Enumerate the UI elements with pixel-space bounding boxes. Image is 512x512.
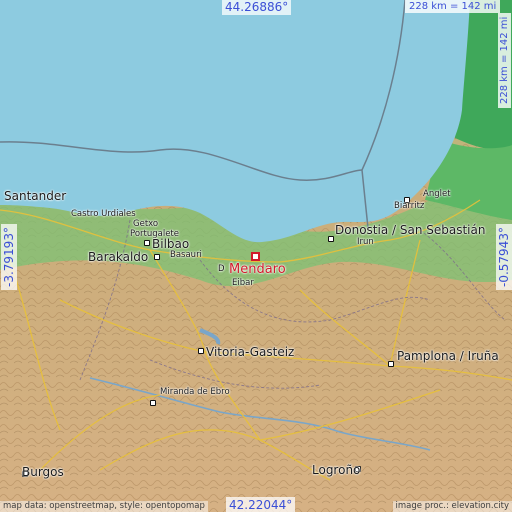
place-label-basauri[interactable]: Basauri — [170, 251, 202, 260]
place-label-anglet[interactable]: Anglet — [423, 190, 451, 199]
place-label-pamplona[interactable]: Pamplona / Iruña — [397, 350, 499, 362]
coord-left: -3.79193° — [1, 224, 17, 290]
place-label-irun[interactable]: Irun — [357, 238, 374, 247]
place-label-burgos[interactable]: Burgos — [22, 466, 64, 478]
place-label-donostia[interactable]: Donostia / San Sebastián — [335, 224, 485, 236]
location-marker-label[interactable]: Mendaro — [229, 262, 286, 277]
scale-right: 228 km = 142 mi — [498, 12, 511, 108]
place-label-eibar[interactable]: Eibar — [232, 279, 254, 288]
map-view[interactable]: Santander Castro Urdiales Getxo Portugal… — [0, 0, 512, 512]
place-label-vitoria[interactable]: Vitoria-Gasteiz — [206, 346, 294, 358]
place-label-bilbao[interactable]: Bilbao — [152, 238, 189, 250]
place-label-durango[interactable]: D — [218, 265, 225, 274]
place-label-logrono[interactable]: Logroño — [312, 464, 360, 476]
attribution-image-proc[interactable]: image proc.: elevation.city — [392, 501, 512, 512]
coord-top: 44.26886° — [222, 0, 292, 15]
place-dot-vitoria[interactable] — [198, 348, 204, 354]
place-label-miranda[interactable]: Miranda de Ebro — [160, 388, 230, 397]
place-label-castro-urdiales[interactable]: Castro Urdiales — [71, 210, 136, 219]
place-label-biarritz[interactable]: Biarritz — [394, 202, 424, 211]
place-dot-donostia[interactable] — [328, 236, 334, 242]
place-dot-pamplona[interactable] — [388, 361, 394, 367]
place-label-barakaldo[interactable]: Barakaldo — [88, 251, 148, 263]
attribution-map-data[interactable]: map data: openstreetmap, style: opentopo… — [0, 501, 208, 512]
place-dot-barakaldo[interactable] — [154, 254, 160, 260]
scale-top: 228 km = 142 mi — [405, 0, 501, 13]
coord-bottom: 42.22044° — [226, 497, 296, 512]
place-label-getxo[interactable]: Getxo — [133, 220, 158, 229]
place-label-santander[interactable]: Santander — [4, 190, 66, 202]
coord-right: -0.57943° — [496, 224, 512, 290]
place-dot-miranda[interactable] — [150, 400, 156, 406]
place-dot-bilbao[interactable] — [144, 240, 150, 246]
location-marker[interactable] — [251, 252, 260, 261]
